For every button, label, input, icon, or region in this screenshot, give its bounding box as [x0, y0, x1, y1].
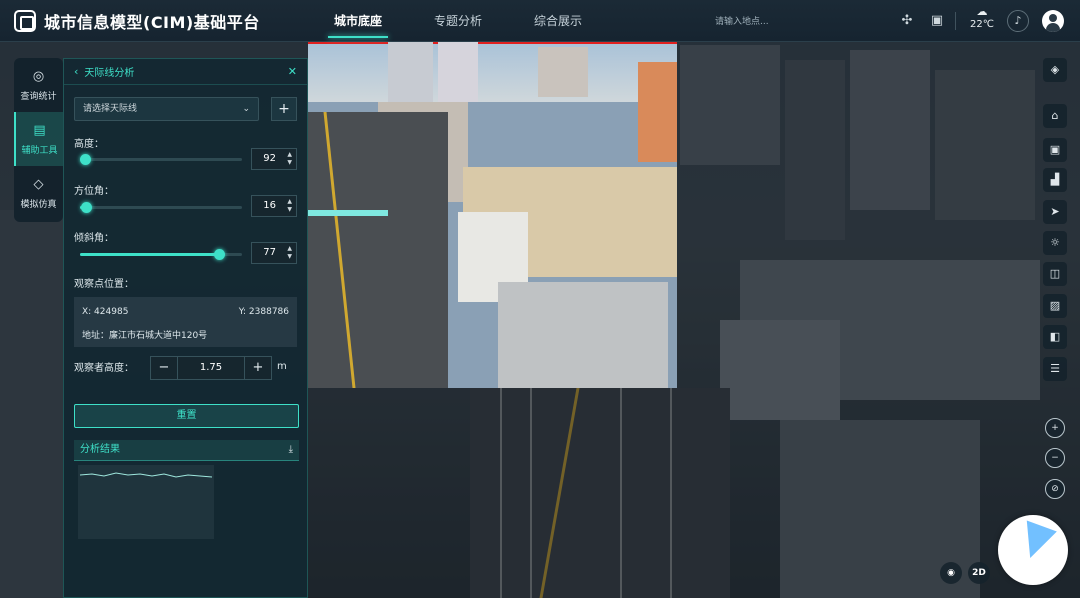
azimuth-input[interactable]: 16 ▲ ▼	[251, 195, 297, 217]
cloud-sun-icon: ☁	[976, 5, 988, 18]
view-cone-icon	[1015, 520, 1057, 564]
nav-label: 辅助工具	[21, 145, 58, 156]
tilt-value: 77	[263, 247, 276, 258]
reset-north-icon[interactable]: ⊘	[1045, 479, 1065, 499]
spin-arrows-icon[interactable]: ▲ ▼	[287, 151, 292, 167]
x-coordinate: X: 424985	[82, 307, 129, 317]
fan-icon[interactable]: ✣	[897, 11, 917, 31]
analysis-viewport[interactable]	[308, 42, 677, 388]
tilt-label: 倾斜角：	[74, 233, 114, 244]
spin-arrows-icon[interactable]: ▲ ▼	[287, 198, 292, 214]
increment-button[interactable]: +	[245, 357, 271, 379]
message-icon[interactable]: ▣	[927, 11, 947, 31]
decrement-button[interactable]: −	[151, 357, 177, 379]
height-slider[interactable]	[79, 154, 242, 165]
observer-height-value[interactable]: 1.75	[177, 357, 245, 379]
skyline-select-value: 请选择天际线	[83, 104, 138, 114]
observer-position-label: 观察点位置：	[74, 279, 134, 290]
bell-icon[interactable]: ♪	[1007, 10, 1029, 32]
mode-2d-button[interactable]: 2D	[968, 562, 990, 584]
skyline-profile-svg	[79, 472, 213, 478]
download-icon[interactable]: ⤓	[289, 440, 293, 460]
observer-position-box: X: 424985 Y: 2388786 地址：廉江市石城大道中120号	[74, 297, 297, 347]
split-view-icon[interactable]: ◫	[1043, 262, 1067, 286]
toolbox-icon: ▤	[33, 122, 46, 138]
tab-comprehensive-display[interactable]: 综合展示	[508, 0, 608, 42]
unit-label: m	[277, 361, 287, 372]
nav-simulation[interactable]: ◇ 模拟仿真	[14, 166, 63, 220]
list-icon[interactable]: ☰	[1043, 357, 1067, 381]
image-icon[interactable]: ▨	[1043, 294, 1067, 318]
slider-handle[interactable]	[79, 154, 91, 165]
tab-city-base[interactable]: 城市底座	[308, 0, 408, 42]
skyline-profile-chart	[78, 465, 214, 539]
azimuth-slider[interactable]	[80, 202, 242, 213]
weather-temperature: 22℃	[970, 19, 994, 30]
zoom-in-icon[interactable]: +	[1045, 418, 1065, 438]
tilt-slider[interactable]	[80, 249, 242, 260]
tilt-input[interactable]: 77 ▲ ▼	[251, 242, 297, 264]
location-search-input[interactable]	[715, 13, 865, 31]
weather-widget: ☁ 22℃	[966, 6, 998, 32]
reset-button[interactable]: 重置	[74, 404, 299, 428]
layers-icon[interactable]: ◈	[1043, 58, 1067, 82]
nav-query-stats[interactable]: ◎ 查询统计	[14, 58, 63, 112]
app-title: 城市信息模型(CIM)基础平台	[44, 12, 260, 32]
location-pin-icon[interactable]: ◉	[940, 562, 962, 584]
slider-handle[interactable]	[214, 249, 226, 260]
compass-minimap[interactable]	[998, 515, 1068, 585]
building-icon[interactable]: ▟	[1043, 168, 1067, 192]
left-nav: ◎ 查询统计 ▤ 辅助工具 ◇ 模拟仿真	[14, 58, 63, 222]
nav-label: 查询统计	[20, 91, 57, 102]
azimuth-value: 16	[263, 200, 276, 211]
cim-logo-icon	[14, 9, 36, 32]
address-text: 地址：廉江市石城大道中120号	[82, 331, 208, 341]
compare-icon[interactable]: ◧	[1043, 325, 1067, 349]
chevron-down-icon: ⌄	[242, 104, 250, 114]
zoom-out-icon[interactable]: −	[1045, 448, 1065, 468]
skyline-analysis-panel: ‹ 天际线分析 ✕ 请选择天际线 ⌄ + 高度： 92 ▲ ▼ 方位角： 16 ▲…	[63, 58, 308, 598]
close-icon[interactable]: ✕	[288, 65, 297, 78]
user-avatar[interactable]	[1042, 10, 1064, 32]
home-icon[interactable]: ⌂	[1043, 104, 1067, 128]
cube-icon: ◇	[33, 176, 44, 192]
send-icon[interactable]: ➤	[1043, 200, 1067, 224]
save-view-icon[interactable]: ▣	[1043, 138, 1067, 162]
observer-height-label: 观察者高度：	[74, 363, 134, 374]
slider-handle[interactable]	[81, 202, 93, 213]
back-chevron-icon[interactable]: ‹	[74, 65, 78, 78]
chart-search-icon: ◎	[32, 68, 45, 84]
top-bar: 城市信息模型(CIM)基础平台 城市底座 专题分析 综合展示 ✣ ▣ ☁ 22℃…	[0, 0, 1080, 42]
height-input[interactable]: 92 ▲ ▼	[251, 148, 297, 170]
skyline-profile-line	[79, 472, 213, 478]
nav-aux-tools[interactable]: ▤ 辅助工具	[14, 112, 63, 166]
azimuth-label: 方位角：	[74, 186, 114, 197]
tab-thematic-analysis[interactable]: 专题分析	[408, 0, 508, 42]
result-title: 分析结果	[80, 444, 120, 455]
height-label: 高度：	[74, 139, 104, 150]
observer-height-stepper[interactable]: − 1.75 +	[150, 356, 272, 380]
height-value: 92	[263, 153, 276, 164]
analysis-result-header: 分析结果 ⤓	[74, 440, 299, 460]
skyline-select[interactable]: 请选择天际线 ⌄	[74, 97, 259, 121]
skyline-line	[308, 42, 677, 44]
spin-arrows-icon[interactable]: ▲ ▼	[287, 245, 292, 261]
add-skyline-button[interactable]: +	[271, 97, 297, 121]
weather-icon[interactable]: ☼	[1043, 231, 1067, 255]
panel-title: 天际线分析	[84, 68, 135, 79]
y-coordinate: Y: 2388786	[238, 307, 289, 317]
nav-label: 模拟仿真	[20, 199, 57, 210]
